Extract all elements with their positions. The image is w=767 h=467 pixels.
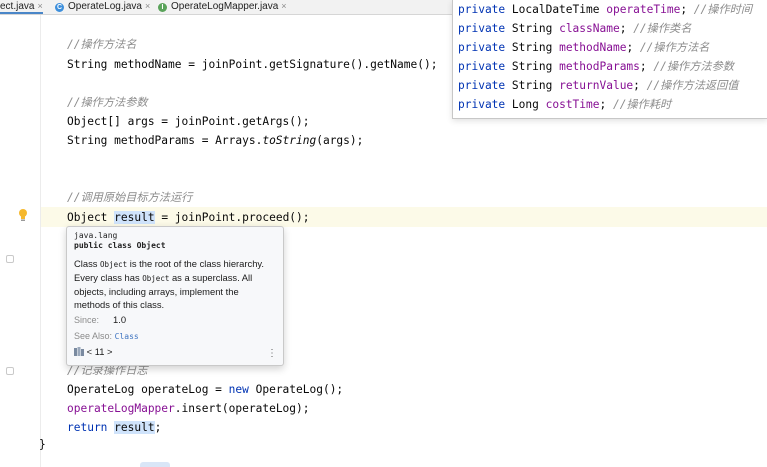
doc-description: Class Object is the root of the class hi… [74,257,274,311]
keyword: return [67,421,108,434]
field-comment: //操作方法参数 [653,60,734,73]
field-comment: //操作方法返回值 [646,79,739,92]
code-line: operateLogMapper.insert(operateLog); [67,402,310,416]
fold-marker-icon[interactable] [6,367,14,375]
close-icon[interactable]: × [281,1,286,11]
keyword: private [458,3,506,16]
field-type: LocalDateTime [511,3,600,16]
close-icon[interactable]: × [145,1,150,11]
jdk-version-nav[interactable]: < 11 > [87,346,113,357]
since-value: 1.0 [113,314,127,325]
since-label: Since: [74,315,100,325]
code-line: Object[] args = joinPoint.getArgs(); [67,115,310,128]
horizontal-scroll-thumb[interactable] [140,462,170,467]
more-options-icon[interactable]: ⋮ [267,349,277,359]
field-name: returnValue [559,79,634,92]
field-name: methodName [559,41,627,54]
tab-operatelogmapper-java[interactable]: I OperateLogMapper.java × [158,0,287,14]
code-token: OperateLog operateLog = [67,383,229,396]
field-row: private String methodName; //操作方法名 [458,41,710,54]
field-type: String [511,22,553,35]
code-token: .insert(operateLog); [174,402,310,415]
keyword: private [458,22,506,35]
closing-brace: } [39,438,46,451]
code-comment: //操作方法参数 [67,96,148,109]
keyword: private [458,60,506,73]
highlighted-identifier: result [114,421,155,434]
keyword: private [458,98,506,111]
code-token: Object [67,211,108,224]
field-comment: //操作时间 [693,3,753,16]
keyword: new [228,383,249,396]
tab-label: OperateLogMapper.java [171,1,279,12]
field-reference: operateLogMapper [67,402,175,415]
class-icon: C [55,3,64,12]
field-type: String [511,41,553,54]
code-comment: //记录操作日志 [67,364,148,377]
field-comment: //操作耗时 [612,98,672,111]
keyword: private [458,41,506,54]
library-icon [74,347,84,356]
doc-code: Object [100,260,128,269]
code-line: String methodParams = Arrays.toString(ar… [67,134,363,148]
quick-documentation-popup: java.lang public class Object Class Obje… [66,226,284,366]
field-type: String [511,60,553,73]
field-type: String [511,79,553,92]
see-also-link[interactable]: Class [115,332,139,341]
doc-see-also: See Also: Class [74,329,274,343]
code-line: return result; [67,421,161,435]
tab-aspect-java[interactable]: ect.java × [0,0,43,14]
code-token: OperateLog(); [248,383,344,396]
doc-since: Since: 1.0 [74,313,274,327]
code-comment: //操作方法名 [67,38,137,51]
code-line-current: Object result = joinPoint.proceed(); [67,211,310,225]
close-icon[interactable]: × [37,1,42,11]
code-line: String methodName = joinPoint.getSignatu… [67,58,438,71]
field-name: className [559,22,620,35]
selected-identifier[interactable]: result [114,211,155,224]
field-row: private Long costTime; //操作耗时 [458,98,672,111]
doc-declaration: public class Object [74,241,166,250]
field-row: private LocalDateTime operateTime; //操作时… [458,3,753,16]
code-token: ; [154,421,162,434]
method-call-italic: toString [262,134,317,147]
tab-label: OperateLog.java [68,1,142,12]
field-name: costTime [545,98,600,111]
doc-package: java.lang [74,231,118,240]
keyword: private [458,79,506,92]
tab-operatelog-java[interactable]: C OperateLog.java × [55,0,150,14]
field-row: private String returnValue; //操作方法返回值 [458,79,739,92]
code-line: OperateLog operateLog = new OperateLog()… [67,383,343,397]
tab-label: ect.java [0,1,35,12]
interface-icon: I [158,3,167,12]
field-name: operateTime [606,3,681,16]
field-name: methodParams [559,60,640,73]
see-also-label: See Also: [74,331,113,341]
field-row: private String methodParams; //操作方法参数 [458,60,734,73]
doc-jdk-nav: < 11 > [74,345,274,358]
doc-text: Class [74,258,101,269]
doc-code: Object [142,274,170,283]
code-token: String methodParams = Arrays. [67,134,263,147]
field-comment: //操作方法名 [639,41,710,54]
fold-marker-icon[interactable] [6,255,14,263]
code-comment: //调用原始目标方法运行 [67,191,193,204]
field-row: private String className; //操作类名 [458,22,692,35]
field-type: Long [511,98,539,111]
field-comment: //操作类名 [633,22,692,35]
field-declarations-popup: private LocalDateTime operateTime; //操作时… [452,0,767,119]
lightbulb-icon[interactable] [18,208,28,222]
code-token: (args); [316,134,364,147]
code-token: = joinPoint.proceed(); [154,211,310,224]
editor-gutter [0,15,41,467]
